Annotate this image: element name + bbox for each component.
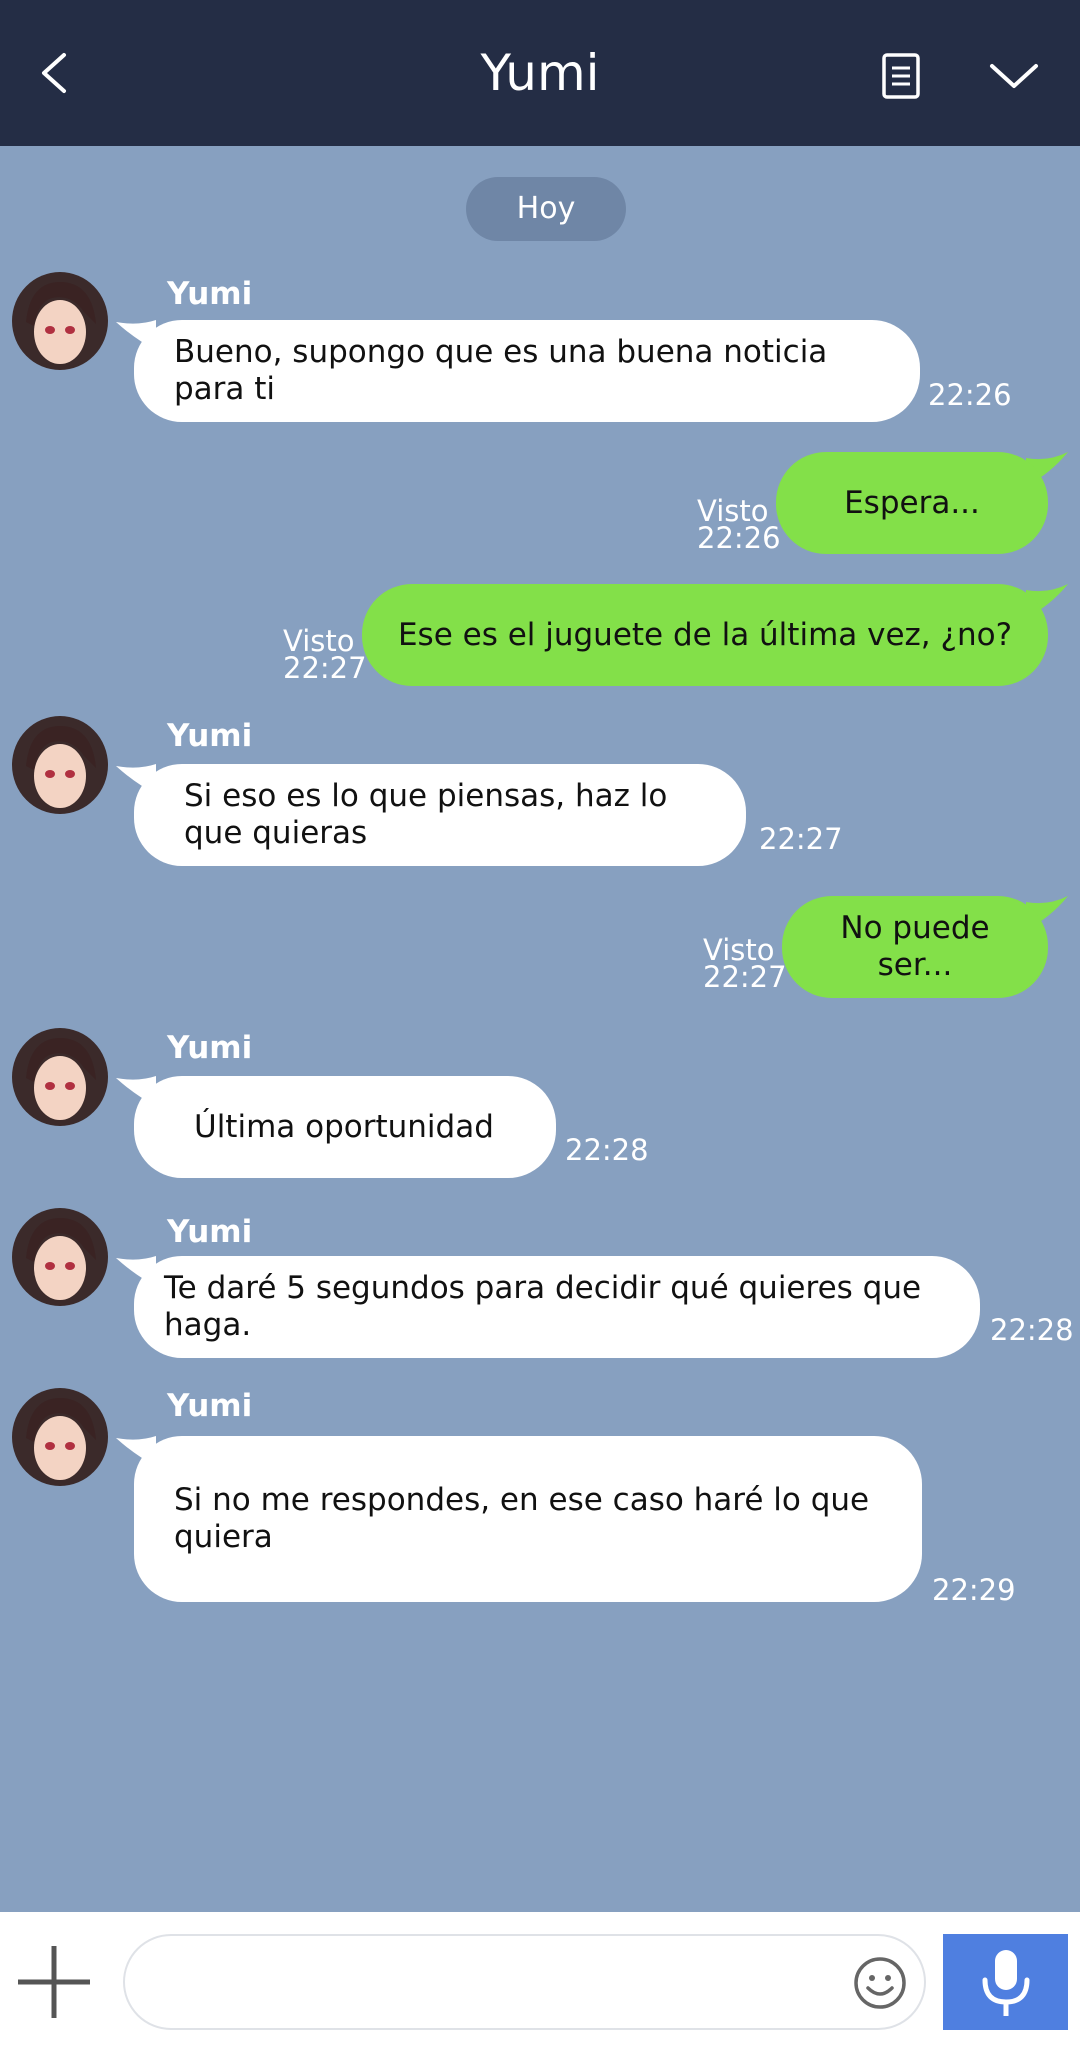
message-bubble-incoming[interactable]: Si eso es lo que piensas, haz lo que qui… [134, 764, 746, 866]
avatar-image [12, 272, 108, 370]
message-bubble-incoming[interactable]: Última oportunidad [134, 1076, 556, 1178]
date-separator: Hoy [466, 177, 626, 241]
message-bubble-incoming[interactable]: Te daré 5 segundos para decidir qué quie… [134, 1256, 980, 1358]
message-bubble-outgoing[interactable]: Ese es el juguete de la última vez, ¿no? [362, 584, 1048, 686]
avatar[interactable] [12, 1388, 108, 1486]
message-text: Última oportunidad [194, 1108, 494, 1145]
message-time: 22:28 [990, 1313, 1074, 1347]
sender-name: Yumi [167, 1388, 253, 1424]
message-time: 22:27 [283, 651, 367, 685]
sender-name: Yumi [167, 1214, 253, 1250]
message-time: 22:27 [703, 960, 787, 994]
avatar[interactable] [12, 1028, 108, 1126]
avatar[interactable] [12, 272, 108, 370]
message-time: 22:27 [759, 822, 843, 856]
sender-name: Yumi [167, 276, 253, 312]
sender-name: Yumi [167, 718, 253, 754]
message-time: 22:26 [697, 521, 781, 555]
message-bubble-outgoing[interactable]: No puede ser... [782, 896, 1048, 998]
sender-name: Yumi [167, 1030, 253, 1066]
message-text: Bueno, supongo que es una buena noticia … [174, 334, 828, 407]
message-bubble-outgoing[interactable]: Espera... [776, 452, 1048, 554]
message-meta: Visto 22:27 [283, 627, 367, 685]
message-meta: Visto 22:26 [697, 497, 781, 555]
message-time: 22:28 [565, 1133, 649, 1167]
avatar[interactable] [12, 716, 108, 814]
microphone-button[interactable] [943, 1934, 1068, 2030]
plus-icon[interactable] [14, 1942, 94, 2022]
avatar-image [12, 716, 108, 814]
avatar-image [12, 1388, 108, 1486]
message-text: Te daré 5 segundos para decidir qué quie… [164, 1270, 922, 1343]
message-text: Espera... [844, 484, 980, 521]
chevron-down-icon[interactable] [984, 46, 1044, 106]
avatar-image [12, 1208, 108, 1306]
message-time: 22:26 [928, 378, 1012, 412]
message-time: 22:29 [932, 1573, 1016, 1607]
message-meta: Visto 22:27 [703, 936, 787, 994]
avatar[interactable] [12, 1208, 108, 1306]
message-text: Ese es el juguete de la última vez, ¿no? [397, 616, 1013, 653]
message-text: Si eso es lo que piensas, haz lo que qui… [184, 778, 668, 851]
notes-icon[interactable] [872, 48, 932, 108]
message-bubble-incoming[interactable]: Bueno, supongo que es una buena noticia … [134, 320, 920, 422]
message-text: Si no me respondes, en ese caso haré lo … [174, 1482, 870, 1555]
message-text: No puede ser... [840, 910, 990, 983]
message-input[interactable] [123, 1934, 926, 2030]
message-bubble-incoming[interactable]: Si no me respondes, en ese caso haré lo … [134, 1436, 922, 1602]
avatar-image [12, 1028, 108, 1126]
microphone-icon [982, 1950, 1030, 2016]
chat-header: Yumi [0, 0, 1080, 146]
emoji-icon[interactable] [852, 1955, 908, 2011]
